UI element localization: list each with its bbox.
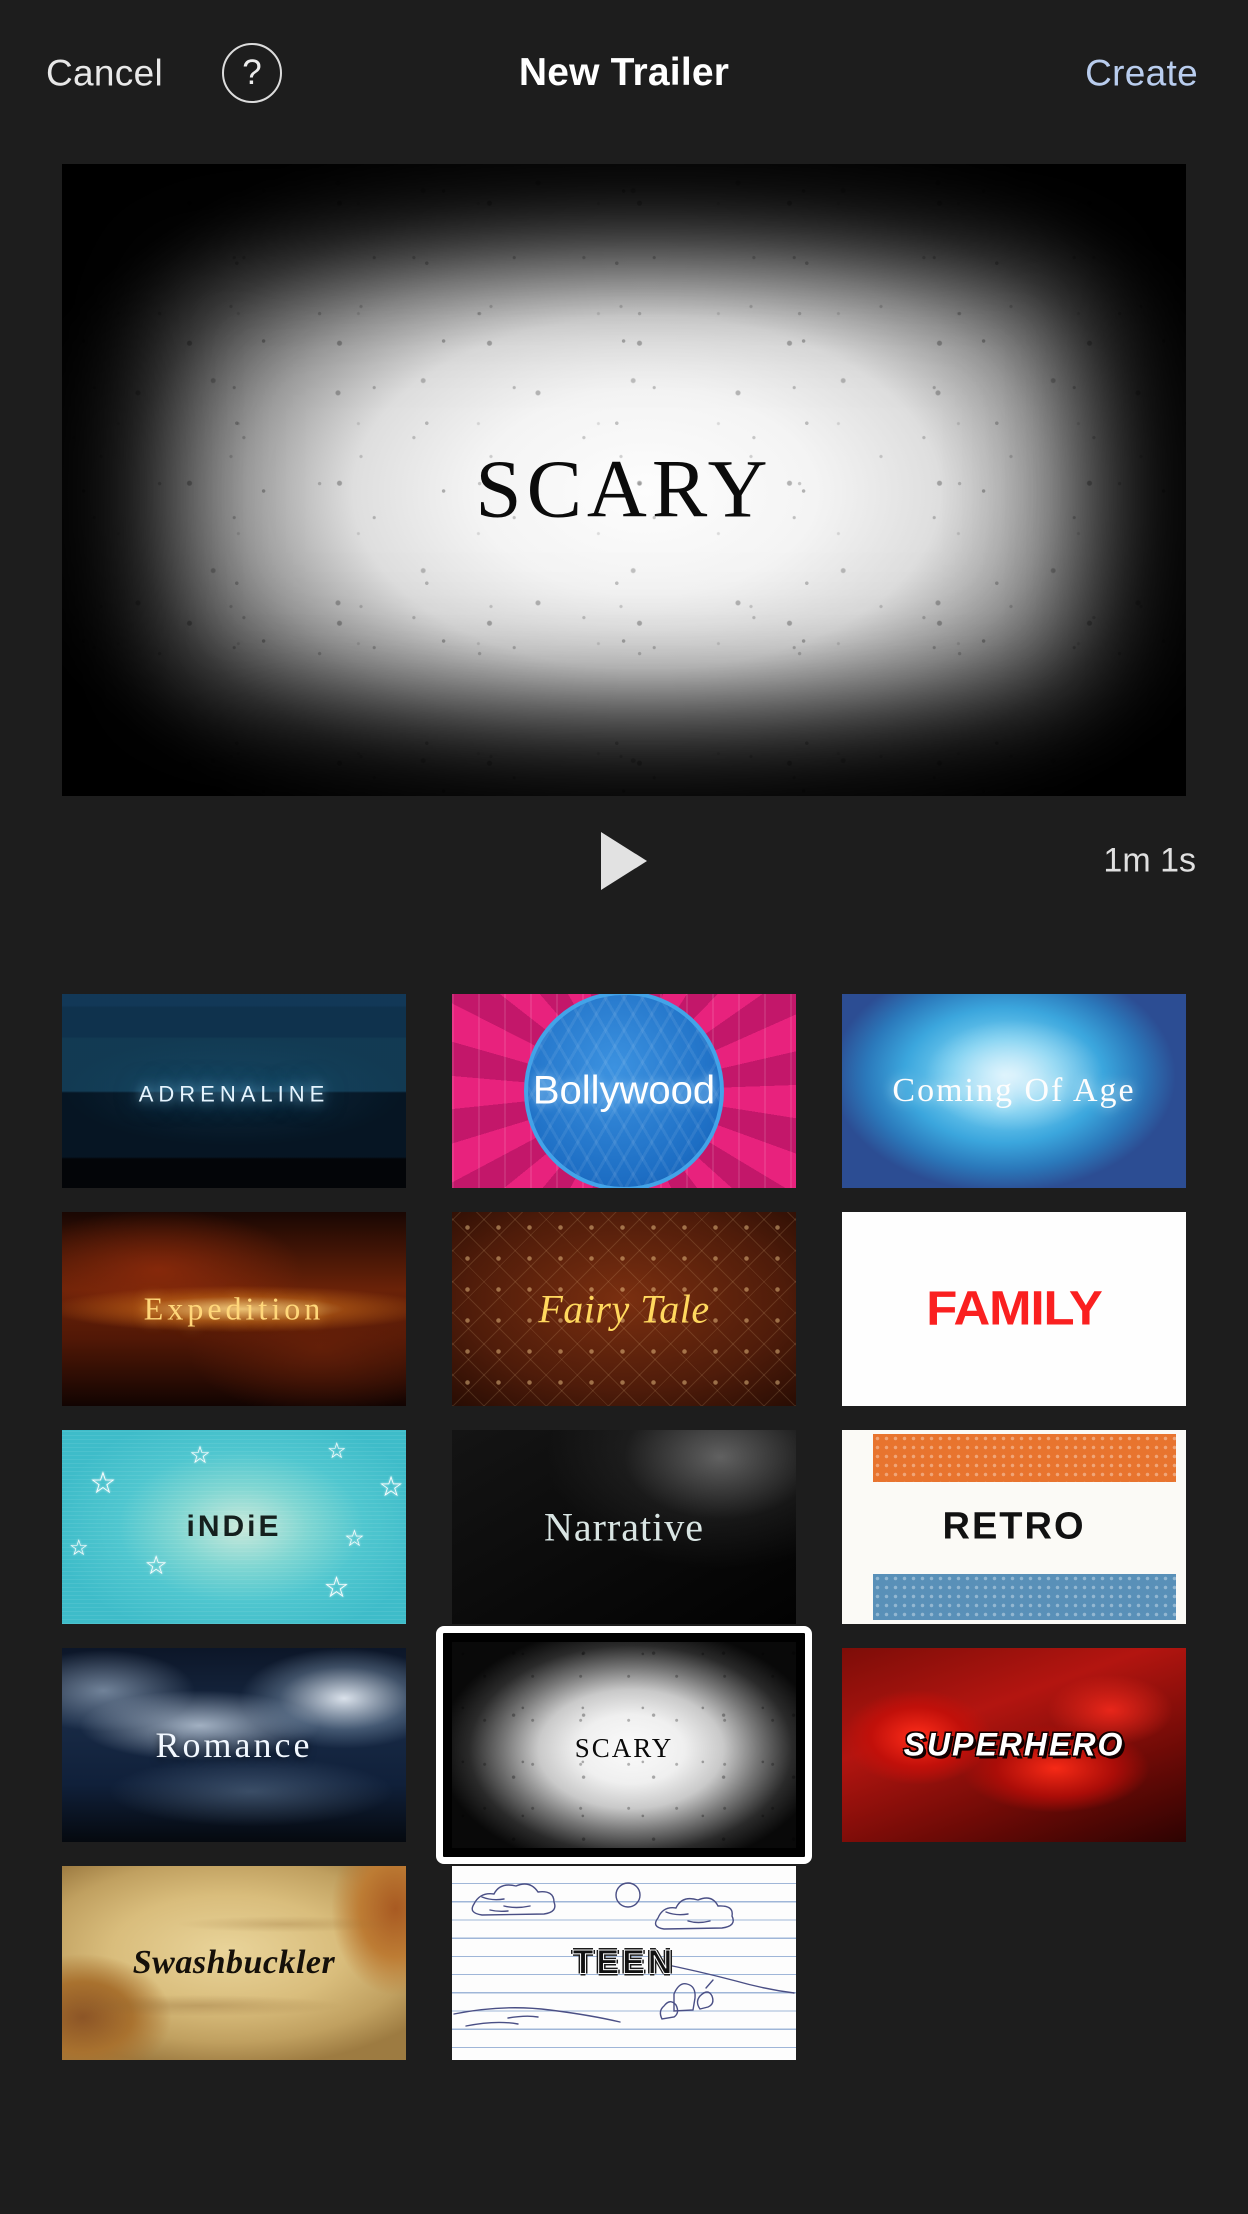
help-icon[interactable]: ? — [222, 43, 282, 103]
template-label: Swashbuckler — [132, 1944, 336, 1981]
template-thumbnail[interactable]: Adrenaline — [62, 994, 406, 1188]
trailer-template-coming-of-age[interactable]: Coming Of Age — [842, 994, 1186, 1188]
template-label: Narrative — [543, 1504, 704, 1550]
trailer-preview[interactable]: Scary — [62, 164, 1186, 796]
preview-title-text: Scary — [475, 411, 773, 543]
duration-label: 1m 1s — [1103, 841, 1196, 880]
template-label: RETRO — [942, 1505, 1086, 1548]
template-label: Scary — [574, 1724, 674, 1766]
create-button[interactable]: Create — [1085, 55, 1198, 92]
template-thumbnail[interactable]: Bollywood — [452, 994, 796, 1188]
trailer-template-retro[interactable]: RETRO — [842, 1430, 1186, 1624]
template-label: Adrenaline — [138, 1072, 330, 1109]
template-label: Bollywood — [532, 1068, 716, 1113]
retro-orange-bar — [872, 1433, 1176, 1483]
template-label: SUPERHERO — [903, 1726, 1125, 1763]
template-thumbnail[interactable]: ☆ ☆ ☆ ☆ ☆ ☆ ☆ ☆ iNDiE — [62, 1430, 406, 1624]
template-thumbnail[interactable]: Coming Of Age — [842, 994, 1186, 1188]
star-icon: ☆ — [89, 1466, 117, 1500]
navigation-bar: Cancel ? New Trailer Create — [0, 0, 1248, 146]
template-label: Romance — [155, 1725, 313, 1765]
trailer-template-bollywood[interactable]: Bollywood — [452, 994, 796, 1188]
template-thumbnail[interactable]: Swashbuckler — [62, 1866, 406, 2060]
trailer-template-superhero[interactable]: SUPERHERO — [842, 1648, 1186, 1842]
new-trailer-screen: Cancel ? New Trailer Create Scary 1m 1s … — [0, 0, 1248, 2214]
star-icon: ☆ — [189, 1441, 211, 1469]
transport-bar: 1m 1s — [0, 818, 1248, 904]
star-icon: ☆ — [323, 1571, 350, 1604]
template-thumbnail[interactable]: FAMILY — [842, 1212, 1186, 1406]
template-label: FAMILY — [926, 1282, 1103, 1336]
trailer-template-fairy-tale[interactable]: Fairy Tale — [452, 1212, 796, 1406]
template-thumbnail[interactable]: Romance — [62, 1648, 406, 1842]
page-title: New Trailer — [518, 51, 730, 94]
template-thumbnail[interactable]: RETRO — [842, 1430, 1186, 1624]
trailer-template-romance[interactable]: Romance — [62, 1648, 406, 1842]
trailer-template-scary[interactable]: Scary — [436, 1626, 812, 1864]
template-thumbnail[interactable]: Expedition — [62, 1212, 406, 1406]
template-thumbnail[interactable]: Fairy Tale — [452, 1212, 796, 1406]
template-thumbnail[interactable]: SUPERHERO — [842, 1648, 1186, 1842]
template-label: TEEN — [572, 1943, 676, 1982]
trailer-template-narrative[interactable]: Narrative — [452, 1430, 796, 1624]
trailer-template-teen[interactable]: TEEN — [452, 1866, 796, 2060]
template-thumbnail[interactable]: TEEN — [452, 1866, 796, 2060]
template-label: Coming Of Age — [892, 1072, 1136, 1109]
template-label: Expedition — [143, 1290, 325, 1327]
trailer-template-expedition[interactable]: Expedition — [62, 1212, 406, 1406]
template-label: Fairy Tale — [538, 1286, 710, 1332]
trailer-template-swashbuckler[interactable]: Swashbuckler — [62, 1866, 406, 2060]
help-question-mark: ? — [242, 52, 262, 92]
trailer-template-adrenaline[interactable]: Adrenaline — [62, 994, 406, 1188]
trailer-template-family[interactable]: FAMILY — [842, 1212, 1186, 1406]
template-thumbnail-selected[interactable]: Scary — [436, 1626, 812, 1864]
star-icon: ☆ — [378, 1470, 404, 1502]
cancel-button[interactable]: Cancel — [46, 55, 163, 92]
trailer-template-grid: Adrenaline Bollywood Coming Of Age — [62, 994, 1186, 2060]
play-icon[interactable] — [601, 832, 647, 890]
template-label: iNDiE — [186, 1510, 282, 1543]
star-icon: ☆ — [326, 1437, 347, 1463]
star-icon: ☆ — [144, 1550, 168, 1581]
template-thumbnail[interactable]: Narrative — [452, 1430, 796, 1624]
trailer-template-indie[interactable]: ☆ ☆ ☆ ☆ ☆ ☆ ☆ ☆ iNDiE — [62, 1430, 406, 1624]
retro-blue-bar — [872, 1573, 1176, 1621]
